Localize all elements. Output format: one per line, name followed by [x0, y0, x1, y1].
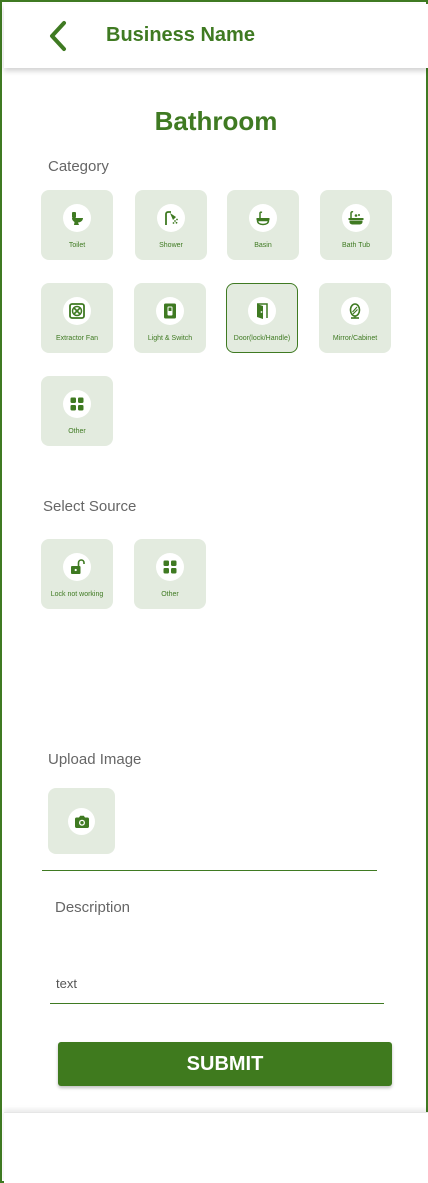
app-frame: Business Name Bathroom Category Toilet S…	[0, 0, 428, 1183]
bathtub-icon	[348, 211, 364, 225]
extractor-fan-icon	[69, 303, 85, 319]
category-tile-label: Extractor Fan	[55, 335, 98, 342]
door-icon	[257, 303, 268, 319]
shower-icon	[165, 211, 178, 225]
basin-icon	[256, 211, 270, 226]
select-source-label: Select Source	[43, 498, 137, 515]
category-tile-basin[interactable]: Basin	[227, 190, 299, 260]
category-tile-other[interactable]: Other	[41, 376, 113, 446]
category-tile-bath-tub[interactable]: Bath Tub	[320, 190, 392, 260]
category-tile-label: Toilet	[68, 242, 86, 249]
grid-icon	[70, 397, 84, 411]
category-tile-label: Door(lock/Handle)	[233, 335, 291, 342]
grid-icon	[163, 560, 177, 574]
category-tile-door[interactable]: Door(lock/Handle)	[226, 283, 298, 353]
description-label: Description	[55, 899, 131, 916]
unlock-icon	[71, 559, 85, 574]
description-underline	[50, 1003, 384, 1004]
category-tile-label: Bath Tub	[341, 242, 371, 249]
category-tile-label: Mirror/Cabinet	[332, 335, 378, 342]
upload-image-label: Upload Image	[48, 751, 142, 768]
source-tile-label: Lock not working	[50, 591, 104, 598]
header-title: Business Name	[106, 24, 255, 46]
source-tile-lock-not-working[interactable]: Lock not working	[41, 539, 113, 609]
category-label: Category	[48, 158, 109, 175]
light-switch-icon	[164, 303, 176, 319]
submit-button[interactable]: SUBMIT	[58, 1042, 392, 1086]
app-header: Business Name	[4, 4, 428, 68]
page-title: Bathroom	[154, 106, 278, 136]
category-tile-label: Shower	[159, 242, 183, 249]
category-tile-mirror-cabinet[interactable]: Mirror/Cabinet	[319, 283, 391, 353]
category-tile-light-switch[interactable]: Light & Switch	[134, 283, 206, 353]
category-tile-label: Other	[68, 428, 86, 435]
mirror-icon	[349, 303, 361, 319]
category-tile-shower[interactable]: Shower	[135, 190, 207, 260]
upload-divider	[42, 870, 377, 871]
category-tile-label: Light & Switch	[147, 335, 193, 342]
source-tile-other[interactable]: Other	[134, 539, 206, 609]
category-tile-extractor-fan[interactable]: Extractor Fan	[41, 283, 113, 353]
upload-image-button[interactable]	[48, 788, 115, 854]
chevron-left-icon	[50, 21, 66, 51]
source-tile-label: Other	[161, 591, 179, 598]
toilet-icon	[72, 212, 83, 225]
category-tile-toilet[interactable]: Toilet	[41, 190, 113, 260]
back-button[interactable]	[44, 18, 74, 54]
camera-icon	[74, 815, 89, 828]
category-tile-label: Basin	[254, 242, 272, 249]
description-input[interactable]	[50, 964, 384, 1002]
bottom-bar	[4, 1112, 428, 1183]
